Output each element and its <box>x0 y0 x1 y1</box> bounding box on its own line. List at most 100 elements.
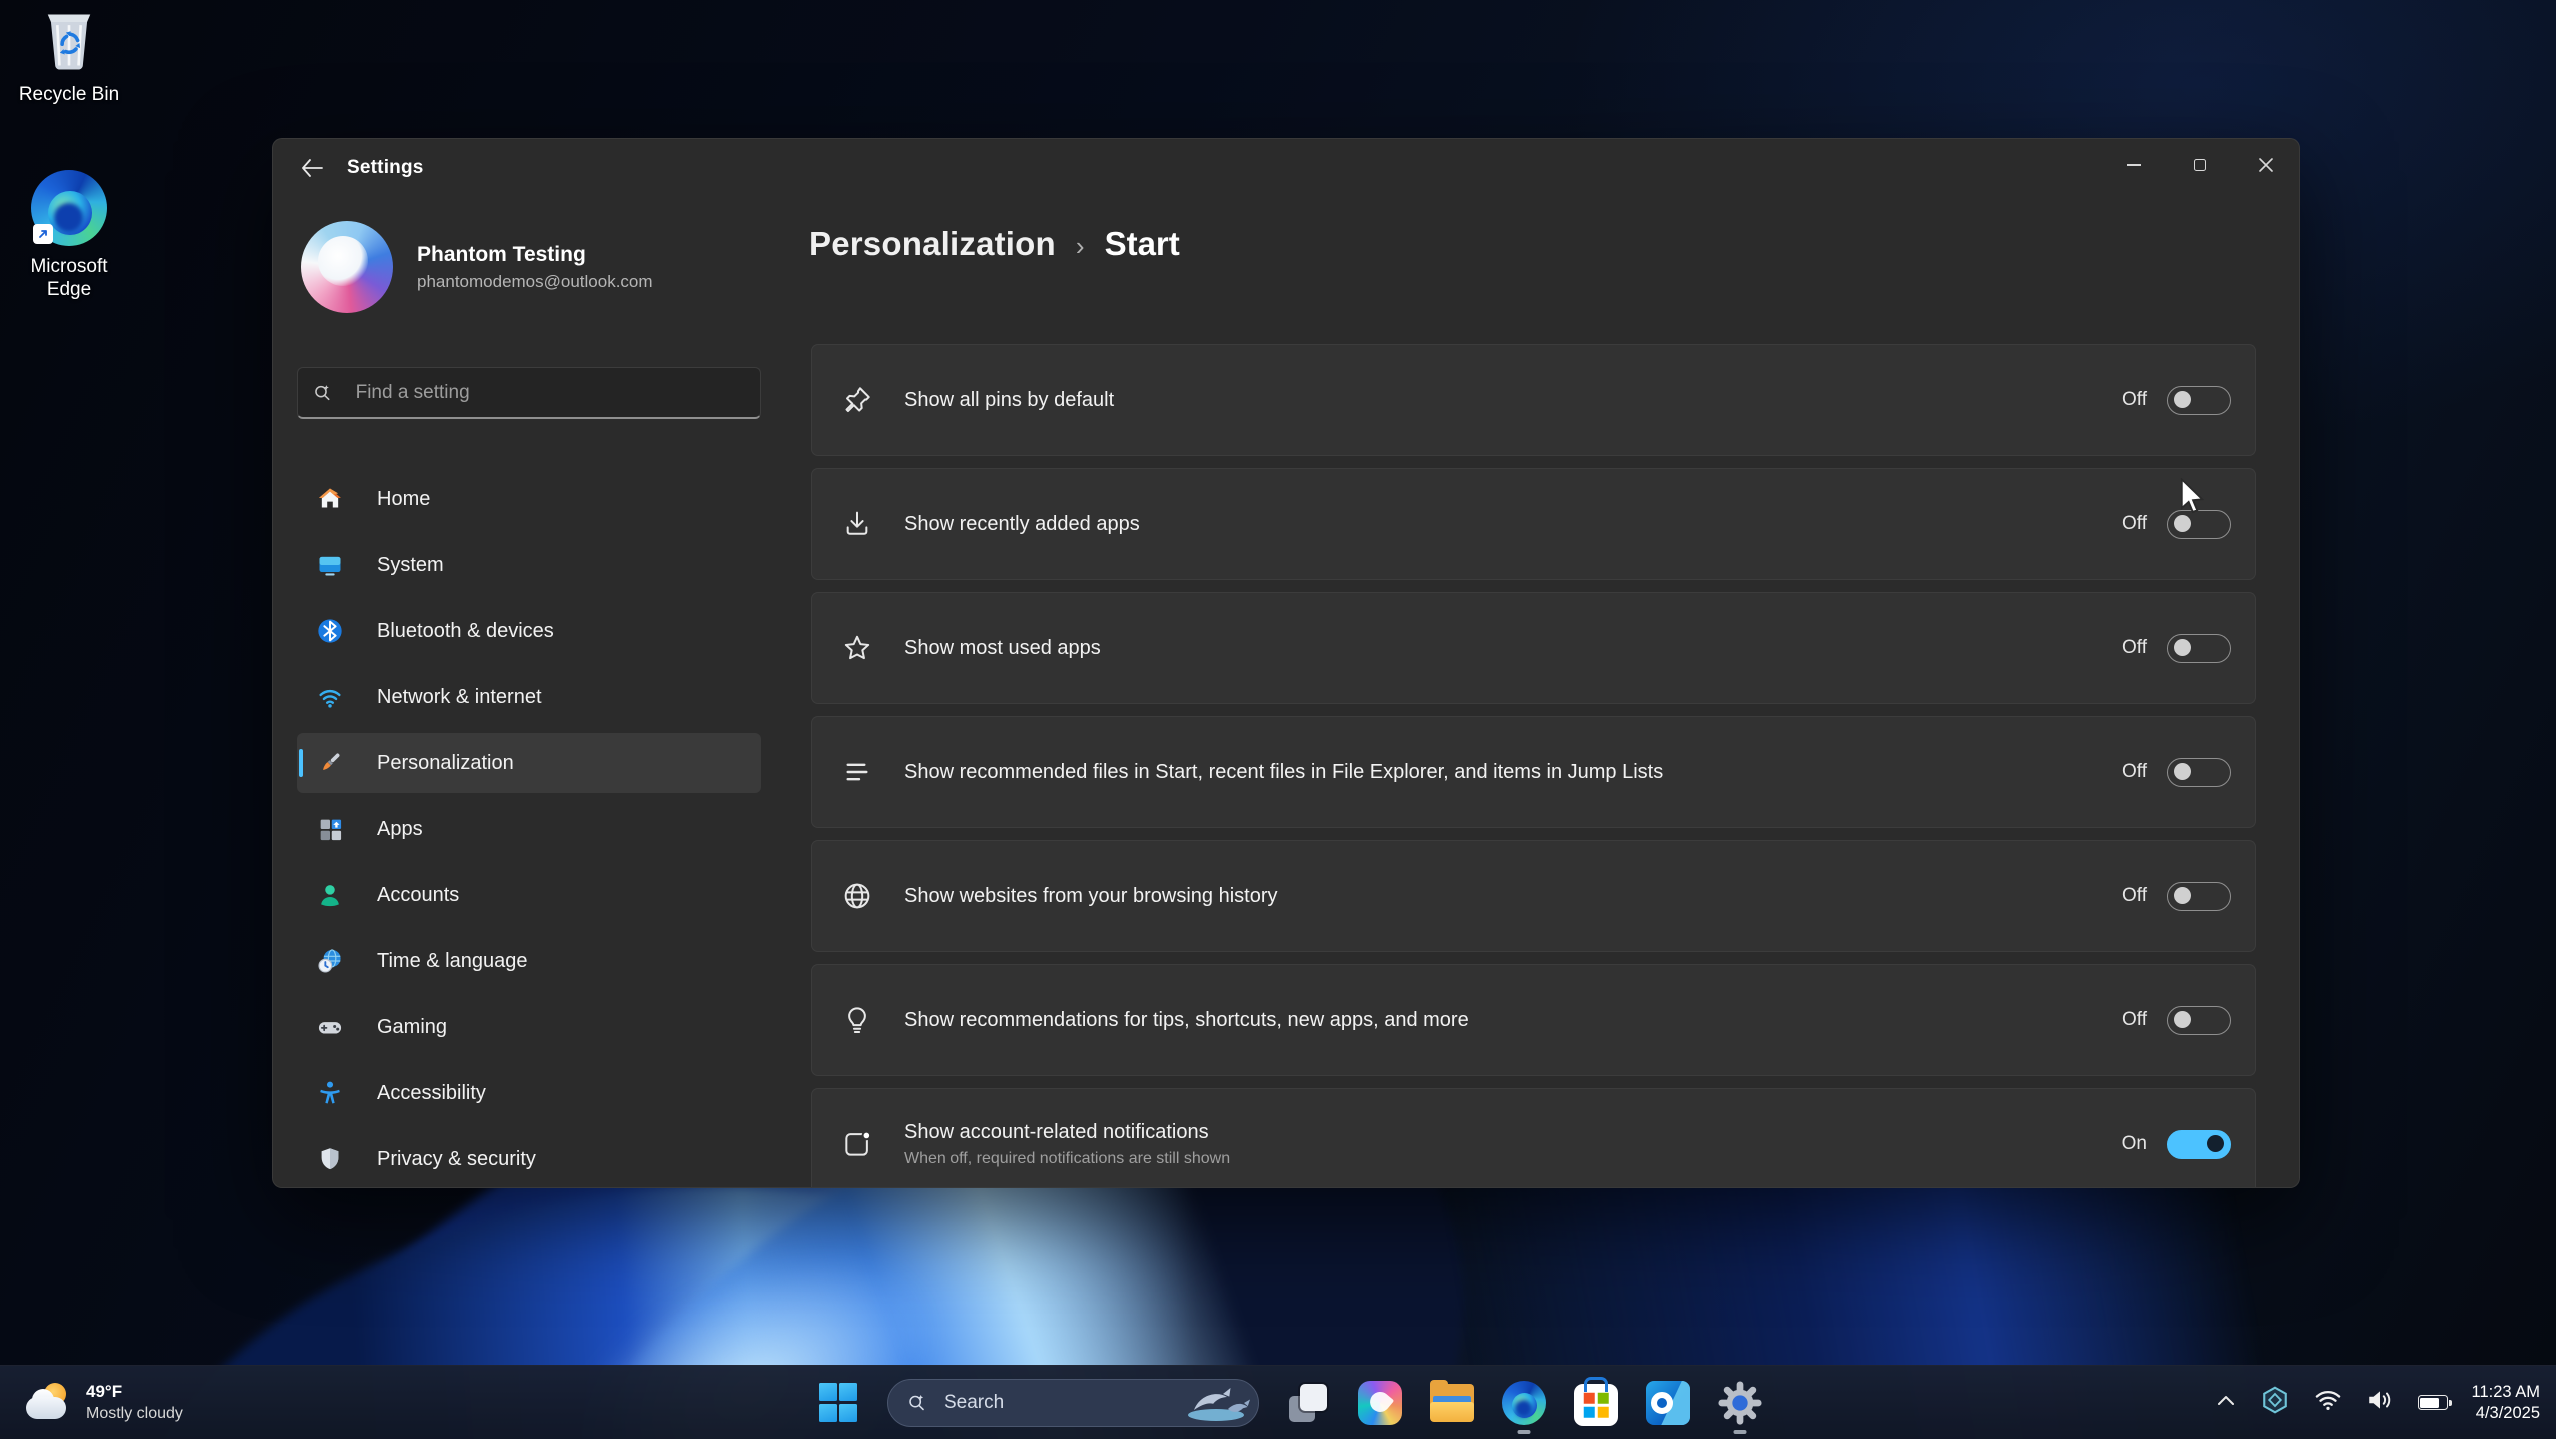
back-button[interactable] <box>289 150 335 186</box>
sidebar-item-label: Personalization <box>377 752 514 775</box>
network-icon <box>315 682 345 712</box>
search-input[interactable] <box>356 382 746 404</box>
running-indicator <box>1518 1430 1531 1434</box>
sidebar-item-accessibility[interactable]: Accessibility <box>297 1063 761 1123</box>
sidebar-item-bluetooth-devices[interactable]: Bluetooth & devices <box>297 601 761 661</box>
copilot-icon <box>1358 1381 1402 1425</box>
microsoft-store-button[interactable] <box>1573 1380 1619 1426</box>
sidebar-item-system[interactable]: System <box>297 535 761 595</box>
toggle-state-label: Off <box>2113 513 2147 535</box>
sidebar-item-gaming[interactable]: Gaming <box>297 997 761 1057</box>
system-icon <box>315 550 345 580</box>
setting-sublabel: When off, required notifications are sti… <box>904 1150 1230 1168</box>
toggle-state-label: Off <box>2113 885 2147 907</box>
setting-label: Show account-related notifications <box>904 1121 1230 1144</box>
setting-row-most-used: Show most used apps Off <box>811 592 2256 704</box>
window-title: Settings <box>347 157 424 179</box>
sidebar-item-personalization[interactable]: Personalization <box>297 733 761 793</box>
tray-chevron-up-icon[interactable] <box>2216 1393 2236 1412</box>
settings-taskbar-button[interactable] <box>1717 1380 1763 1426</box>
breadcrumb-parent[interactable]: Personalization <box>809 225 1056 263</box>
sidebar-item-label: Gaming <box>377 1016 447 1039</box>
avatar <box>301 221 393 313</box>
task-view-icon <box>1289 1384 1327 1422</box>
windows-logo-icon <box>819 1383 858 1422</box>
accessibility-icon <box>315 1078 345 1108</box>
sidebar-item-accounts[interactable]: Accounts <box>297 865 761 925</box>
sidebar-item-label: Apps <box>377 818 423 841</box>
tray-clock[interactable]: 11:23 AM 4/3/2025 <box>2472 1382 2541 1424</box>
toggle-websites-history[interactable] <box>2167 882 2231 911</box>
mouse-cursor <box>2178 478 2208 525</box>
toggle-most-used[interactable] <box>2167 634 2231 663</box>
setting-row-recommended-files: Show recommended files in Start, recent … <box>811 716 2256 828</box>
lightbulb-icon <box>840 1003 874 1037</box>
account-notification-icon <box>840 1127 874 1161</box>
setting-row-recently-added: Show recently added apps Off <box>811 468 2256 580</box>
search-icon <box>312 381 334 405</box>
setting-row-account-notifications: Show account-related notifications When … <box>811 1088 2256 1188</box>
find-setting-searchbox[interactable] <box>297 367 761 419</box>
sidebar-item-network-internet[interactable]: Network & internet <box>297 667 761 727</box>
battery-icon[interactable] <box>2418 1395 2448 1410</box>
settings-gear-icon <box>1717 1380 1763 1426</box>
tray-hexagon-app-icon[interactable] <box>2260 1385 2290 1420</box>
setting-label: Show recently added apps <box>904 513 1140 536</box>
microsoft-store-icon <box>1574 1384 1618 1426</box>
taskbar-search[interactable]: Search <box>887 1379 1259 1427</box>
tray-date: 4/3/2025 <box>2472 1403 2541 1424</box>
toggle-state-label: Off <box>2113 389 2147 411</box>
setting-row-recommendations-tips: Show recommendations for tips, shortcuts… <box>811 964 2256 1076</box>
sidebar-item-time-language[interactable]: Time & language <box>297 931 761 991</box>
privacy-shield-icon <box>315 1144 345 1174</box>
system-tray: 11:23 AM 4/3/2025 <box>2216 1366 2541 1439</box>
search-highlight-dolphin-image <box>1186 1384 1252 1422</box>
setting-row-show-all-pins: Show all pins by default Off <box>811 344 2256 456</box>
user-account-card[interactable]: Phantom Testing phantomodemos@outlook.co… <box>301 221 653 313</box>
maximize-button[interactable] <box>2167 139 2233 191</box>
task-view-button[interactable] <box>1285 1380 1331 1426</box>
toggle-recommended-files[interactable] <box>2167 758 2231 787</box>
toggle-show-all-pins[interactable] <box>2167 386 2231 415</box>
star-icon <box>840 631 874 665</box>
sidebar-item-home[interactable]: Home <box>297 469 761 529</box>
weather-widget[interactable]: 49°F Mostly cloudy <box>14 1366 193 1439</box>
toggle-state-label: On <box>2113 1133 2147 1155</box>
search-icon <box>906 1392 928 1414</box>
recycle-bin-icon <box>38 61 100 78</box>
pin-icon <box>840 383 874 417</box>
settings-list: Show all pins by default Off Show recent… <box>811 344 2256 1188</box>
partly-cloudy-icon <box>24 1381 74 1425</box>
sidebar-item-apps[interactable]: Apps <box>297 799 761 859</box>
toggle-recommendations-tips[interactable] <box>2167 1006 2231 1035</box>
volume-icon[interactable] <box>2366 1388 2394 1417</box>
desktop-icon-recycle-bin[interactable]: Recycle Bin <box>8 6 130 106</box>
start-button[interactable] <box>815 1380 861 1426</box>
minimize-button[interactable] <box>2101 139 2167 191</box>
outlook-button[interactable] <box>1645 1380 1691 1426</box>
copilot-button[interactable] <box>1357 1380 1403 1426</box>
home-icon <box>315 484 345 514</box>
user-email: phantomodemos@outlook.com <box>417 272 653 292</box>
toggle-state-label: Off <box>2113 761 2147 783</box>
file-explorer-icon <box>1430 1384 1474 1422</box>
time-language-icon <box>315 946 345 976</box>
close-icon <box>2259 158 2273 172</box>
toggle-account-notifications[interactable] <box>2167 1130 2231 1159</box>
sidebar-item-label: Home <box>377 488 430 511</box>
file-explorer-button[interactable] <box>1429 1380 1475 1426</box>
desktop-icon-microsoft-edge[interactable]: Microsoft Edge <box>8 170 130 301</box>
apps-icon <box>315 814 345 844</box>
edge-button[interactable] <box>1501 1380 1547 1426</box>
sidebar-item-label: Accessibility <box>377 1082 486 1105</box>
close-button[interactable] <box>2233 139 2299 191</box>
taskbar: 49°F Mostly cloudy Search <box>0 1365 2556 1439</box>
user-name: Phantom Testing <box>417 243 653 267</box>
minimize-icon <box>2127 164 2141 166</box>
globe-icon <box>840 879 874 913</box>
sidebar-item-label: Accounts <box>377 884 459 907</box>
desktop-icon-label: Microsoft Edge <box>8 255 130 301</box>
sidebar-item-privacy-security[interactable]: Privacy & security <box>297 1129 761 1188</box>
setting-label: Show recommended files in Start, recent … <box>904 761 1663 784</box>
wifi-icon[interactable] <box>2314 1388 2342 1417</box>
